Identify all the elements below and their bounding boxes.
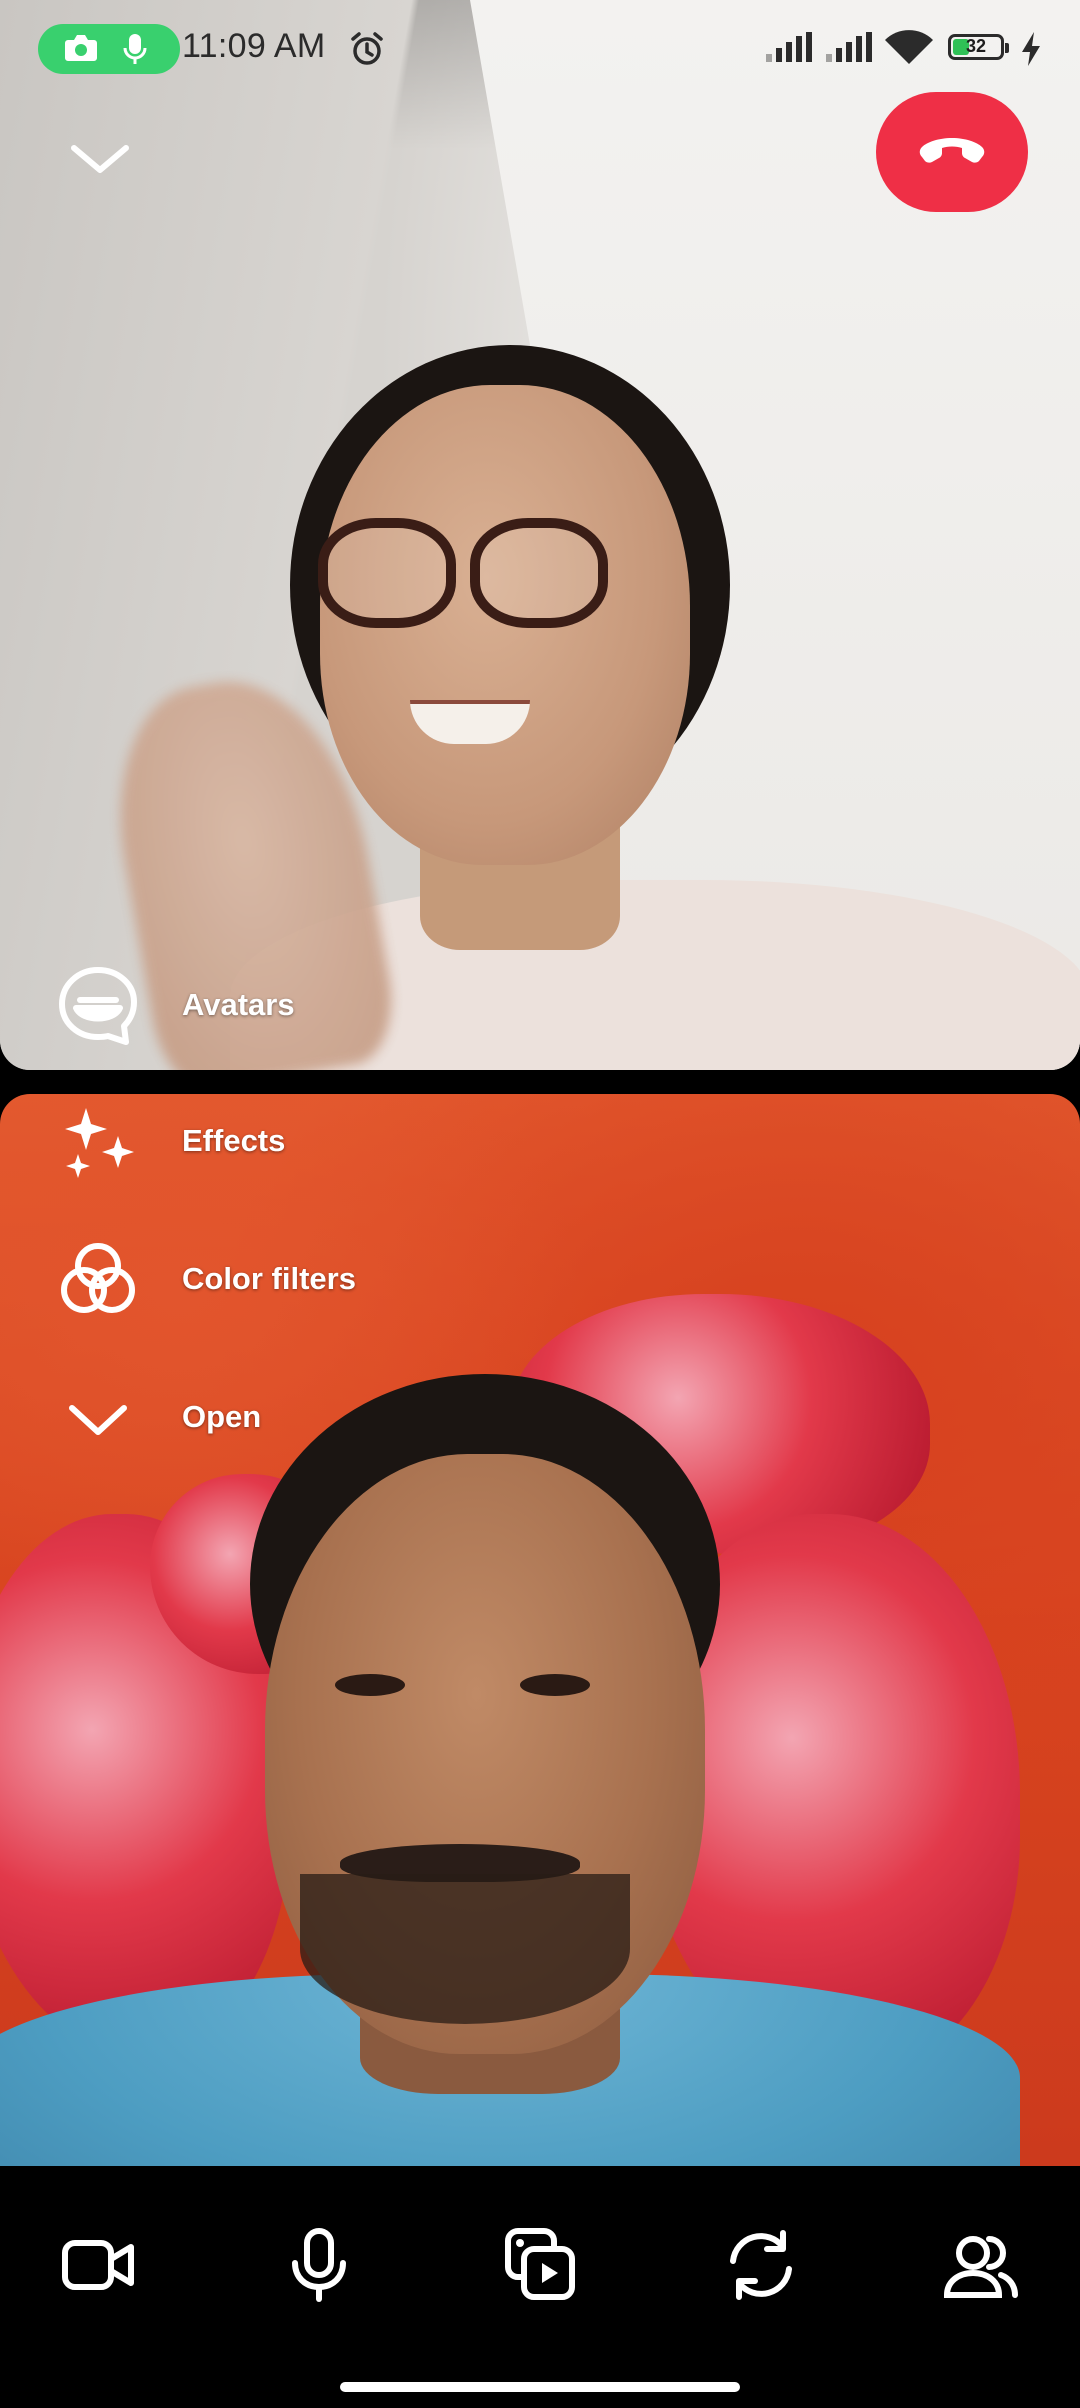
sparkle-icon (50, 1094, 146, 1190)
self-video-preview[interactable]: Effects Color filters Open (0, 1094, 1080, 2166)
microphone-icon (122, 33, 148, 70)
minimize-call-button[interactable] (62, 130, 138, 186)
camera-mic-in-use-indicator[interactable] (38, 24, 180, 74)
local-person-eye (335, 1674, 405, 1696)
battery-icon: 32 (948, 34, 1009, 60)
clock: 11:09 AM (182, 27, 326, 65)
share-media-icon (505, 2228, 575, 2300)
battery-percent: 32 (965, 36, 987, 56)
remote-person-glasses (318, 518, 456, 628)
people-icon (943, 2236, 1018, 2298)
open-menu-item[interactable]: Open (50, 1370, 470, 1466)
color-filter-icon (50, 1232, 146, 1328)
chevron-down-icon (50, 1370, 146, 1466)
toggle-microphone-button[interactable] (264, 2210, 374, 2320)
camera-icon (64, 33, 98, 68)
flip-camera-icon (730, 2230, 792, 2300)
wifi-icon (884, 30, 934, 71)
toggle-camera-button[interactable] (44, 2210, 154, 2320)
local-person-beard (300, 1874, 630, 2024)
phone-hangup-icon (919, 138, 985, 163)
avatar-icon (50, 958, 146, 1054)
local-person-eye (520, 1674, 590, 1696)
color-filters-menu-item[interactable]: Color filters (50, 1232, 470, 1328)
call-controls-toolbar (0, 2166, 1080, 2408)
microphone-icon (292, 2228, 346, 2302)
charging-bolt-icon (1020, 32, 1042, 71)
effects-menu-item[interactable]: Effects (50, 1094, 470, 1190)
video-camera-icon (62, 2240, 134, 2290)
participants-button[interactable] (926, 2210, 1036, 2320)
signal-strength-icon (824, 32, 874, 69)
chevron-down-icon (71, 145, 129, 173)
avatars-menu-item[interactable]: Avatars (50, 958, 470, 1054)
flip-camera-button[interactable] (706, 2210, 816, 2320)
color-filters-label: Color filters (182, 1261, 356, 1296)
signal-strength-icon (764, 32, 814, 69)
share-media-button[interactable] (485, 2210, 595, 2320)
avatars-label: Avatars (182, 987, 295, 1022)
effects-label: Effects (182, 1123, 286, 1158)
end-call-button[interactable] (876, 92, 1028, 212)
home-indicator[interactable] (340, 2382, 740, 2392)
remote-person-glasses (470, 518, 608, 628)
open-label: Open (182, 1399, 262, 1434)
status-bar: 11:09 AM 32 (0, 0, 1080, 100)
alarm-icon (348, 30, 386, 73)
